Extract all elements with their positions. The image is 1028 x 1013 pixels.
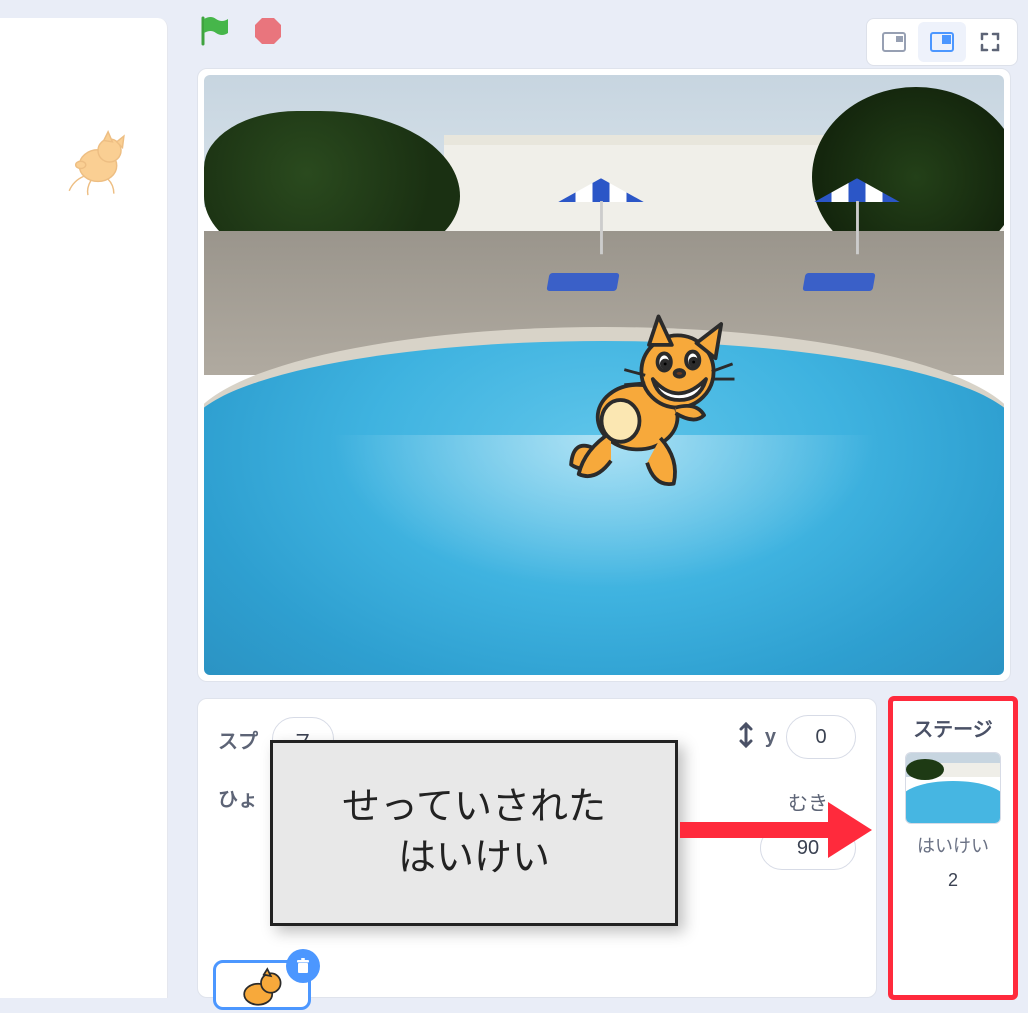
y-input[interactable]: 0 — [786, 715, 856, 759]
sprite-label: スプ — [218, 725, 258, 754]
large-stage-button[interactable] — [918, 22, 966, 62]
updown-arrow-icon — [737, 721, 755, 754]
show-label: ひょ — [218, 783, 258, 812]
stage-selector-panel[interactable]: ステージ はいけい 2 — [890, 698, 1016, 998]
annotation-line1: せっていされた — [342, 786, 606, 828]
stage[interactable] — [197, 68, 1011, 682]
backdrop-count: 2 — [891, 870, 1015, 891]
sprite-cat[interactable] — [554, 305, 744, 495]
annotation-arrow-icon — [680, 810, 880, 850]
stop-button[interactable] — [253, 16, 283, 46]
sprite-thumbnail-selected[interactable] — [213, 960, 311, 1010]
stage-title: ステージ — [891, 699, 1015, 748]
stage-canvas[interactable] — [204, 75, 1004, 675]
backdrop-label: はいけい — [891, 832, 1015, 858]
green-flag-button[interactable] — [197, 14, 231, 48]
y-label: y — [765, 726, 776, 749]
fullscreen-button[interactable] — [966, 22, 1014, 62]
annotation-line2: はいけい — [398, 837, 550, 879]
small-stage-button[interactable] — [870, 22, 918, 62]
annotation-callout: せっていされた はいけい — [270, 740, 678, 926]
delete-sprite-button[interactable] — [286, 949, 320, 983]
stage-size-controls — [866, 18, 1018, 66]
sprite-watermark-cat-icon — [62, 126, 134, 198]
scripts-area[interactable] — [0, 18, 168, 998]
stage-backdrop-thumbnail[interactable] — [905, 752, 1001, 824]
